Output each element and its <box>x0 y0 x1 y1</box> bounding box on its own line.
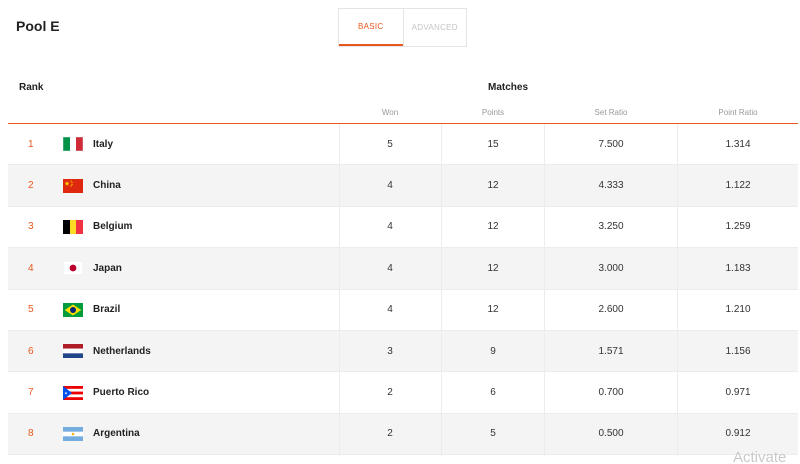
table-row: 4 Japan 4 12 3.000 1.183 <box>8 248 798 290</box>
page-header: Pool E BASIC ADVANCED <box>0 0 800 60</box>
tab-basic[interactable]: BASIC <box>339 9 403 46</box>
won-value: 2 <box>387 387 393 399</box>
team-name[interactable]: Puerto Rico <box>93 372 149 412</box>
page-title: Pool E <box>16 18 60 34</box>
set-ratio-value: 4.333 <box>598 180 624 192</box>
won-value: 2 <box>387 428 393 440</box>
point-ratio-value: 1.314 <box>725 138 751 150</box>
points-column-header: Points <box>481 108 505 117</box>
points-value: 9 <box>490 345 496 357</box>
team-name[interactable]: China <box>93 165 121 205</box>
point-ratio-column-header: Point Ratio <box>718 108 758 117</box>
won-value: 4 <box>387 221 393 233</box>
points-value: 5 <box>490 428 496 440</box>
japan-flag-icon <box>63 261 83 276</box>
set-ratio-value: 3.250 <box>598 221 624 233</box>
won-value: 4 <box>387 304 393 316</box>
netherlands-flag-icon <box>63 344 83 359</box>
matches-group-header: Matches <box>488 82 529 93</box>
table-row: 2 China 4 12 4.333 1.122 <box>8 165 798 207</box>
column-divider <box>339 124 340 456</box>
brazil-flag-icon <box>63 302 83 317</box>
points-value: 12 <box>487 221 499 233</box>
table-row: 1 Italy 5 15 7.500 1.314 <box>8 124 798 166</box>
team-name[interactable]: Argentina <box>93 414 140 454</box>
rank-value: 6 <box>28 345 34 357</box>
point-ratio-value: 1.259 <box>725 221 751 233</box>
column-divider <box>441 124 442 456</box>
rank-value: 5 <box>28 304 34 316</box>
won-value: 5 <box>387 138 393 150</box>
won-value: 3 <box>387 345 393 357</box>
belgium-flag-icon <box>63 219 83 234</box>
set-ratio-value: 3.000 <box>598 262 624 274</box>
point-ratio-value: 1.210 <box>725 304 751 316</box>
standings-table: 1 Italy 5 15 7.500 1.314 2 China 4 12 4.333 1.122 3 B… <box>8 124 798 456</box>
activation-watermark: Activate <box>733 449 787 464</box>
china-flag-icon <box>63 178 83 193</box>
column-divider <box>544 124 545 456</box>
won-column-header: Won <box>381 108 399 117</box>
points-value: 12 <box>487 304 499 316</box>
table-row: 6 Netherlands 3 9 1.571 1.156 <box>8 330 798 373</box>
set-ratio-value: 7.500 <box>598 138 624 150</box>
set-ratio-value: 1.571 <box>598 345 624 357</box>
rank-value: 2 <box>28 180 34 192</box>
table-row: 7 Puerto Rico 2 6 0.700 0.971 <box>8 372 798 414</box>
italy-flag-icon <box>63 137 83 152</box>
points-value: 12 <box>487 180 499 192</box>
rank-value: 1 <box>28 138 34 150</box>
set-ratio-value: 0.700 <box>598 387 624 399</box>
rank-value: 7 <box>28 387 34 399</box>
rank-value: 3 <box>28 221 34 233</box>
won-value: 4 <box>387 180 393 192</box>
tab-advanced[interactable]: ADVANCED <box>402 9 467 46</box>
points-value: 6 <box>490 387 496 399</box>
team-name[interactable]: Belgium <box>93 207 132 247</box>
rank-column-header: Rank <box>19 82 44 93</box>
team-name[interactable]: Japan <box>93 248 122 288</box>
team-name[interactable]: Italy <box>93 124 113 164</box>
point-ratio-value: 1.122 <box>725 180 751 192</box>
puerto-rico-flag-icon <box>63 385 83 400</box>
team-name[interactable]: Brazil <box>93 290 120 330</box>
column-divider <box>677 124 678 456</box>
set-ratio-value: 2.600 <box>598 304 624 316</box>
point-ratio-value: 0.971 <box>725 387 751 399</box>
set-ratio-value: 0.500 <box>598 428 624 440</box>
point-ratio-value: 1.183 <box>725 262 751 274</box>
points-value: 12 <box>487 262 499 274</box>
set-ratio-column-header: Set Ratio <box>594 108 628 117</box>
points-value: 15 <box>487 138 499 150</box>
table-row: 8 Argentina 2 5 0.500 0.912 <box>8 413 798 456</box>
rank-value: 4 <box>28 262 34 274</box>
table-row: 5 Brazil 4 12 2.600 1.210 <box>8 290 798 331</box>
won-value: 4 <box>387 262 393 274</box>
table-row: 3 Belgium 4 12 3.250 1.259 <box>8 207 798 249</box>
argentina-flag-icon <box>63 426 83 441</box>
view-tabs: BASIC ADVANCED <box>338 8 467 47</box>
rank-value: 8 <box>28 428 34 440</box>
team-name[interactable]: Netherlands <box>93 331 151 371</box>
point-ratio-value: 1.156 <box>725 345 751 357</box>
